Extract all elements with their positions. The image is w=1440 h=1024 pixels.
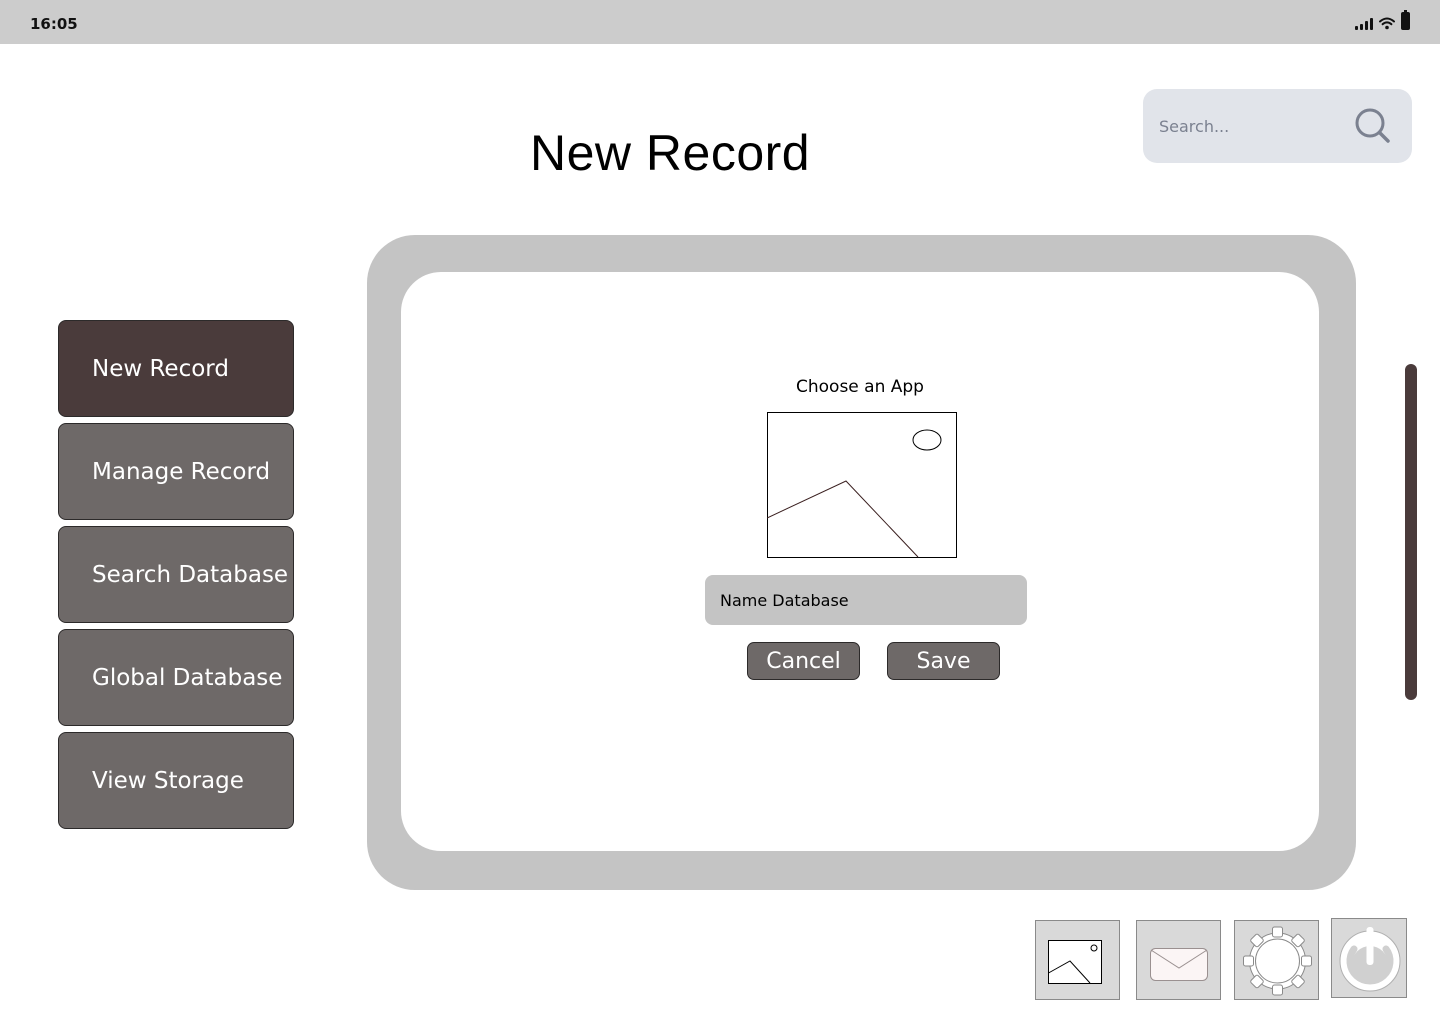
save-button-label: Save: [916, 648, 971, 674]
battery-icon: [1401, 10, 1410, 30]
sidebar-item-label: View Storage: [92, 767, 244, 794]
sidebar-item-label: Manage Record: [92, 458, 271, 485]
settings-gear-icon: [1243, 926, 1312, 996]
name-database-field[interactable]: [705, 575, 1027, 625]
mail-button[interactable]: [1136, 920, 1221, 1000]
wifi-icon: [1379, 17, 1395, 30]
cellular-signal-icon: [1355, 18, 1373, 30]
status-bar: 16:05: [0, 0, 1440, 44]
image-placeholder-icon[interactable]: [767, 412, 957, 558]
sidebar-item-label: New Record: [92, 355, 229, 382]
sidebar-item-view-storage[interactable]: View Storage: [58, 732, 294, 829]
cancel-button-label: Cancel: [766, 648, 841, 674]
power-button[interactable]: [1331, 918, 1407, 998]
power-icon: [1339, 927, 1401, 992]
sidebar-item-label: Search Database: [92, 561, 289, 588]
gallery-icon: [1048, 940, 1102, 984]
search-input[interactable]: [1143, 89, 1343, 163]
page-title: New Record: [530, 125, 811, 181]
content-panel: [401, 272, 1319, 851]
sidebar-item-new-record[interactable]: New Record: [58, 320, 294, 417]
gallery-button[interactable]: [1035, 920, 1120, 1000]
save-button[interactable]: Save: [887, 642, 1000, 680]
search-icon[interactable]: [1353, 106, 1393, 146]
vertical-scrollbar[interactable]: [1405, 364, 1417, 700]
sidebar-item-manage-record[interactable]: Manage Record: [58, 423, 294, 520]
status-icons: [1355, 10, 1410, 30]
status-time: 16:05: [30, 15, 78, 33]
sidebar-item-label: Global Database: [92, 664, 283, 691]
settings-button[interactable]: [1234, 920, 1319, 1000]
choose-app-label: Choose an App: [796, 377, 924, 397]
cancel-button[interactable]: Cancel: [747, 642, 860, 680]
sidebar-item-global-database[interactable]: Global Database: [58, 629, 294, 726]
mail-icon: [1150, 948, 1208, 981]
sidebar-item-search-database[interactable]: Search Database: [58, 526, 294, 623]
